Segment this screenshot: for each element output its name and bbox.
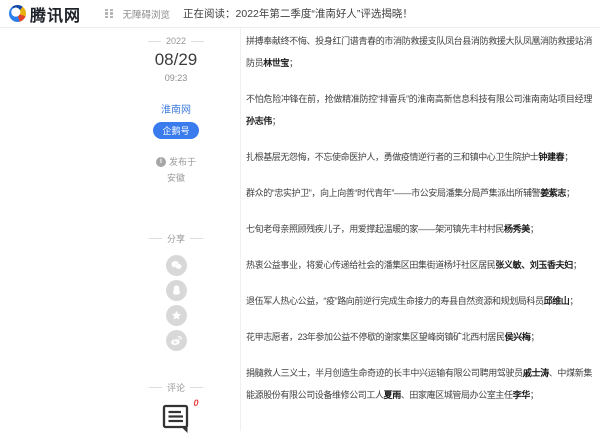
paragraph-text: ； <box>530 224 539 234</box>
sidebar-content-divider <box>240 28 241 431</box>
article-paragraph: 捐髓救人三义士，半月创造生命奇迹的长丰中兴运输有限公司聘用驾驶员戚士涛、中煤新集… <box>246 362 592 406</box>
honoree-name: 姜紫志 <box>540 188 566 198</box>
article-paragraph: 退伍军人热心公益，“疫”路向前逆行完成生命接力的寿县自然资源和规划局科员邱维山； <box>246 290 592 312</box>
paragraph-text: 不怕危险冲锋在前，抢做精准防控“排雷兵”的淮南高新信息科技有限公司淮南南站项目经… <box>246 94 592 104</box>
comments-button[interactable]: 0 <box>161 402 192 440</box>
paragraph-text: ； <box>569 296 578 306</box>
publish-year: 2022 <box>128 36 224 46</box>
published-from-row: i 发布于 <box>128 155 224 168</box>
published-from-label: 发布于 <box>169 155 196 168</box>
article-paragraph: 拼搏奉献终不悔、投身红门谱青春的市消防救援支队凤台县消防救援大队凤凰消防救援站消… <box>246 30 592 74</box>
paragraph-text: ； <box>530 390 539 400</box>
paragraph-text: 退伍军人热心公益，“疫”路向前逆行完成生命接力的寿县自然资源和规划局科员 <box>246 296 544 306</box>
comments-section-label: 评论 <box>128 381 224 394</box>
paragraph-text: 、田家庵区城管局办公室主任 <box>401 390 513 400</box>
honoree-name: 戚士涛 <box>523 368 549 378</box>
honoree-name: 李华 <box>513 390 530 400</box>
qzone-star-icon <box>169 308 184 323</box>
article-paragraph: 花甲志愿者，23年参加公益不停歇的谢家集区望峰岗镇矿北西村居民侯兴梅； <box>246 326 592 348</box>
paragraph-text: 七旬老母亲照顾残疾儿子，用爱撑起温暖的家——架河镇先丰村村民 <box>246 224 504 234</box>
paragraph-text: ； <box>573 260 582 270</box>
wechat-share-button[interactable] <box>166 255 187 276</box>
comment-bubble-icon <box>161 402 192 435</box>
article-paragraph: 七旬老母亲照顾残疾儿子，用爱撑起温暖的家——架河镇先丰村村民杨秀美； <box>246 218 592 240</box>
article-paragraph: 群众的“忠实护卫”，向上向善“时代青年”——市公安局潘集分局芦集派出所辅警姜紫志… <box>246 182 592 204</box>
article-paragraph: 扎根基层无怨悔，不忘使命医护人，勇做疫情逆行者的三和镇中心卫生院护士钟建春； <box>246 146 592 168</box>
honoree-name: 邱维山 <box>544 296 570 306</box>
info-icon: i <box>156 157 166 167</box>
share-section-label: 分享 <box>128 232 224 245</box>
paragraph-text: 热衷公益事业，将爱心传递给社会的潘集区田集街道杨圩社区居民 <box>246 260 495 270</box>
honoree-name: 杨秀美 <box>504 224 530 234</box>
comment-count-badge: 0 <box>193 398 198 408</box>
weibo-icon <box>169 333 184 348</box>
paragraph-text: ； <box>564 152 573 162</box>
qq-icon <box>169 283 184 298</box>
article-body: 拼搏奉献终不悔、投身红门谱青春的市消防救援支队凤台县消防救援大队凤凰消防救援站消… <box>246 30 592 420</box>
publish-region: 安徽 <box>128 171 224 184</box>
paragraph-text: 群众的“忠实护卫”，向上向善“时代青年”——市公安局潘集分局芦集派出所辅警 <box>246 188 540 198</box>
honoree-name: 孙志伟 <box>246 116 272 126</box>
top-header: 腾讯网 无障碍浏览 正在阅读：2022年第二季度“淮南好人”评选揭晓！ <box>0 0 600 28</box>
source-link[interactable]: 淮南网 <box>128 101 224 116</box>
logo-text: 腾讯网 <box>30 2 81 26</box>
qzone-share-button[interactable] <box>166 305 187 326</box>
paragraph-text: 扎根基层无怨悔，不忘使命医护人，勇做疫情逆行者的三和镇中心卫生院护士 <box>246 152 538 162</box>
grid-menu-icon[interactable] <box>105 9 113 19</box>
honoree-name: 侯兴梅 <box>505 332 531 342</box>
accessibility-link[interactable]: 无障碍浏览 <box>123 7 171 21</box>
article-paragraph: 热衷公益事业，将爱心传递给社会的潘集区田集街道杨圩社区居民张义敏、刘玉香夫妇； <box>246 254 592 276</box>
tencent-logo-icon <box>9 5 26 22</box>
paragraph-text: 拼搏奉献终不悔、投身红门谱青春的市消防救援支队凤台县消防救援大队凤凰消防救援站消… <box>246 36 592 68</box>
paragraph-text: ； <box>272 116 281 126</box>
paragraph-text: 花甲志愿者，23年参加公益不停歇的谢家集区望峰岗镇矿北西村居民 <box>246 332 505 342</box>
wechat-icon <box>169 258 184 273</box>
paragraph-text: 捐髓救人三义士，半月创造生命奇迹的长丰中兴运输有限公司聘用驾驶员 <box>246 368 523 378</box>
honoree-name: 钟建春 <box>538 152 564 162</box>
paragraph-text: ； <box>566 188 575 198</box>
weibo-share-button[interactable] <box>166 330 187 351</box>
honoree-name: 张义敏、刘玉香夫妇 <box>495 260 572 270</box>
paragraph-text: ； <box>289 58 298 68</box>
penguin-account-badge[interactable]: 企鹅号 <box>153 122 198 139</box>
article-paragraph: 不怕危险冲锋在前，抢做精准防控“排雷兵”的淮南高新信息科技有限公司淮南南站项目经… <box>246 88 592 132</box>
qq-share-button[interactable] <box>166 280 187 301</box>
share-icon-list <box>128 255 224 351</box>
tencent-logo[interactable]: 腾讯网 <box>9 2 81 26</box>
honoree-name: 夏雨 <box>384 390 401 400</box>
article-meta-sidebar: 2022 08/29 09:23 淮南网 企鹅号 i 发布于 安徽 分享 <box>128 36 224 440</box>
honoree-name: 林世宝 <box>263 58 289 68</box>
paragraph-text: ； <box>530 332 539 342</box>
now-reading-label: 正在阅读：2022年第二季度“淮南好人”评选揭晓！ <box>183 6 413 21</box>
publish-time: 09:23 <box>128 73 224 83</box>
publish-date: 08/29 <box>128 50 224 70</box>
